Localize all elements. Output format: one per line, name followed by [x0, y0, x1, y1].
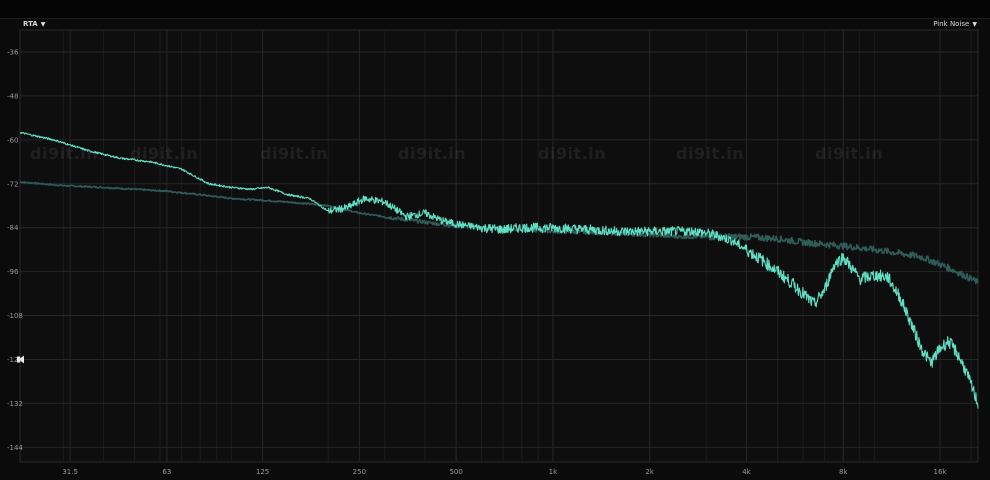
rta-analyzer: 31.5 63 125 250 500 1k 2k 4k 8k 16k -36 -48 -60 -72 -8…	[0, 0, 990, 480]
watermark: di9it.in	[398, 144, 467, 163]
x-tick-label: 500	[449, 468, 462, 476]
watermark: di9it.in	[538, 144, 607, 163]
rta-plot: 31.5 63 125 250 500 1k 2k 4k 8k 16k -36 -48 -60 -72 -8…	[7, 29, 979, 476]
watermark: di9it.in	[130, 144, 199, 163]
level-marker-handle[interactable]	[17, 356, 20, 363]
watermark: di9it.in	[260, 144, 329, 163]
x-tick-label: 8k	[839, 468, 848, 476]
x-tick-label: 63	[162, 468, 171, 476]
y-tick-label: -96	[7, 268, 19, 276]
watermark: di9it.in	[676, 144, 745, 163]
watermark: di9it.in	[815, 144, 884, 163]
y-tick-label: -108	[7, 312, 23, 320]
x-tick-label: 2k	[645, 468, 654, 476]
x-tick-label: 31.5	[62, 468, 78, 476]
signal-source-label: Pink Noise	[933, 20, 970, 28]
analyzer-mode-label: RTA	[23, 20, 38, 28]
y-tick-label: -144	[7, 444, 23, 452]
signal-source-dropdown[interactable]: Pink Noise ▼	[933, 20, 977, 28]
dropdown-triangle-icon: ▼	[40, 20, 46, 28]
x-tick-label: 16k	[934, 468, 948, 476]
y-tick-label: -48	[7, 92, 18, 100]
y-tick-label: -72	[7, 180, 18, 188]
y-tick-label: -60	[7, 136, 18, 144]
y-tick-label: -132	[7, 400, 23, 408]
x-tick-label: 250	[353, 468, 366, 476]
x-tick-label: 125	[256, 468, 269, 476]
analyzer-mode-dropdown[interactable]: RTA ▼	[23, 20, 45, 28]
y-tick-label: -84	[7, 224, 19, 232]
x-tick-label: 4k	[742, 468, 751, 476]
watermark: di9it.in	[30, 144, 99, 163]
dropdown-triangle-icon: ▼	[972, 20, 977, 28]
x-tick-label: 1k	[549, 468, 558, 476]
y-tick-label: -36	[7, 48, 19, 56]
